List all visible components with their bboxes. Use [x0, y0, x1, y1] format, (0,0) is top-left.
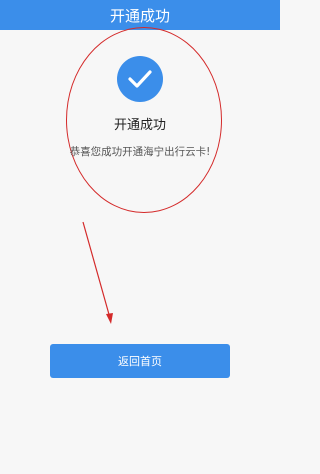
checkmark-icon: [117, 56, 163, 102]
page-title: 开通成功: [109, 6, 170, 25]
back-home-button[interactable]: 返回首页: [50, 344, 230, 378]
success-message: 恭喜您成功开通海宁出行云卡!: [69, 146, 211, 158]
success-page: 开通成功 开通成功 恭喜您成功开通海宁出行云卡! 返回首页: [0, 0, 280, 474]
header-bar: 开通成功: [0, 0, 280, 30]
success-title: 开通成功: [113, 118, 166, 133]
